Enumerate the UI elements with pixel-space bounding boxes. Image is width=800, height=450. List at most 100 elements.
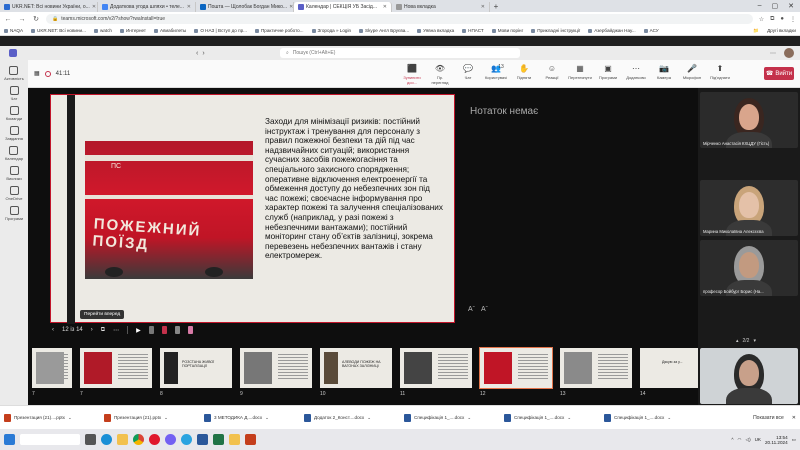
slide-thumbnail[interactable]: РОЗСТАНА ЖИВОЇ ПОРТАЛІЗАЦІЇ 8 bbox=[160, 348, 232, 397]
meeting-tool-button[interactable]: 👥 Користувачі 13 bbox=[484, 64, 508, 85]
forward-icon[interactable]: → bbox=[18, 16, 26, 23]
bookmark-item[interactable]: НПАСТ bbox=[462, 28, 484, 33]
maximize-icon[interactable]: ▢ bbox=[772, 2, 779, 10]
meeting-tool-button[interactable]: ☺ Реакції bbox=[540, 64, 564, 85]
chevron-down-icon[interactable]: ⌄ bbox=[667, 415, 671, 421]
browser-tab[interactable]: Календар | СЕКЦІЯ УБ Засід... ✕ bbox=[294, 2, 392, 12]
opera-icon[interactable] bbox=[149, 434, 160, 445]
download-item[interactable]: 3 МЕТОДИКА Д....docx ⌄ bbox=[204, 413, 298, 422]
more-options-icon[interactable]: ⋯ bbox=[770, 50, 776, 57]
bookmark-item[interactable]: Азербайджан Нау... bbox=[588, 28, 636, 33]
search-input[interactable]: ⌕ Пошук (Ctrl+Alt+E) bbox=[280, 48, 520, 58]
back-icon[interactable]: ← bbox=[4, 16, 12, 23]
excel-icon[interactable] bbox=[213, 434, 224, 445]
more-icon[interactable]: ⋯ bbox=[113, 327, 119, 334]
close-tab-icon[interactable]: ✕ bbox=[92, 4, 96, 10]
meeting-tool-button[interactable]: ⬆ Під’єднати bbox=[708, 64, 732, 85]
viber-icon[interactable] bbox=[165, 434, 176, 445]
rail-item[interactable]: Календар bbox=[5, 146, 23, 161]
browser-tab[interactable]: Додаткова угода шляхи • теле... ✕ bbox=[98, 2, 196, 12]
volume-icon[interactable]: ◁) bbox=[746, 437, 751, 443]
rail-item[interactable]: Завдання bbox=[5, 126, 23, 141]
forward-icon[interactable]: › bbox=[202, 50, 204, 57]
meeting-tool-button[interactable]: 📷 Камера bbox=[652, 64, 676, 85]
file-explorer-icon[interactable] bbox=[117, 434, 128, 445]
network-icon[interactable]: ◠ bbox=[738, 437, 742, 443]
notifications-icon[interactable]: ▭ bbox=[792, 437, 796, 443]
font-decrease-button[interactable]: Aˉ bbox=[468, 306, 475, 313]
meeting-tool-button[interactable]: ⋯ Додатково bbox=[624, 64, 648, 85]
rail-item[interactable]: OneDrive bbox=[6, 186, 22, 201]
chevron-down-icon[interactable]: ⌄ bbox=[68, 415, 72, 421]
close-window-icon[interactable]: ✕ bbox=[788, 2, 794, 10]
bookmark-item[interactable]: Интернет bbox=[119, 28, 146, 33]
slides-view-icon[interactable]: ⧉ bbox=[101, 327, 105, 334]
highlighter-icon[interactable] bbox=[174, 326, 180, 334]
avatar[interactable] bbox=[784, 48, 794, 58]
star-icon[interactable]: ☆ bbox=[759, 16, 764, 23]
meeting-tool-button[interactable]: ✋ Підняти bbox=[512, 64, 536, 85]
eraser-icon[interactable] bbox=[187, 326, 193, 334]
download-item[interactable]: Специфікація 1_....docx ⌄ bbox=[404, 413, 498, 422]
profile-icon[interactable]: ● bbox=[780, 16, 784, 23]
bookmark-item[interactable]: UKR.NET: Всі новини... bbox=[31, 28, 86, 33]
rail-item[interactable]: Чат bbox=[9, 86, 19, 101]
participant-video[interactable]: професор Бойбург Борис (На... bbox=[700, 240, 798, 296]
rail-item[interactable]: Команди bbox=[6, 106, 22, 121]
download-item[interactable]: Специфікація 1_....docx ⌄ bbox=[504, 413, 598, 422]
menu-icon[interactable]: ⋮ bbox=[790, 16, 796, 23]
language-indicator[interactable]: UK bbox=[755, 437, 761, 442]
bookmark-item[interactable]: Згорода » Login bbox=[311, 28, 351, 33]
meeting-tool-button[interactable]: 🎤 Мікрофон bbox=[680, 64, 704, 85]
explorer-window-icon[interactable] bbox=[229, 434, 240, 445]
slide-thumbnail[interactable]: АЛЕВОДИ ПОЖЕЖ НА ВАГОНАХ ЗАЛІЗНИЦІ 10 bbox=[320, 348, 392, 397]
chevron-down-icon[interactable]: ⌄ bbox=[567, 415, 571, 421]
slide-thumbnail[interactable]: 7 bbox=[32, 348, 72, 397]
meeting-tool-button[interactable]: ▣ Програми bbox=[596, 64, 620, 85]
slide-thumbnail[interactable]: 12 bbox=[479, 347, 553, 397]
rail-item[interactable]: Програми bbox=[5, 206, 23, 221]
chevron-down-icon[interactable]: ⌄ bbox=[265, 415, 269, 421]
telegram-icon[interactable] bbox=[181, 434, 192, 445]
leave-button[interactable]: ☎ Вийти bbox=[764, 67, 794, 80]
minimize-icon[interactable]: – bbox=[758, 2, 762, 10]
url-field[interactable]: 🔒 teams.microsoft.com/v2/?show?rwalnstal… bbox=[46, 14, 753, 24]
bookmark-item[interactable]: О НАЗ | Вступ до пр... bbox=[194, 28, 247, 33]
participant-video[interactable]: Мірченко Анастасія КХЦДУ (Гість) bbox=[700, 92, 798, 148]
close-tab-icon[interactable]: ✕ bbox=[187, 4, 191, 10]
font-increase-button[interactable]: Aˉ bbox=[481, 306, 488, 313]
bookmark-item[interactable]: Практичне робото... bbox=[254, 28, 304, 33]
page-up-icon[interactable]: ▴ bbox=[736, 338, 739, 344]
rail-item[interactable]: Виклики bbox=[6, 166, 22, 181]
extensions-icon[interactable]: ⧉ bbox=[770, 16, 774, 23]
bookmark-item[interactable]: Авиабилеты bbox=[154, 28, 186, 33]
next-slide-icon[interactable]: › bbox=[91, 327, 93, 333]
close-tab-icon[interactable]: ✕ bbox=[481, 4, 485, 10]
powerpoint-icon[interactable] bbox=[245, 434, 256, 445]
browser-tab[interactable]: Пошта — Щолобак Богдан Мико... ✕ bbox=[196, 2, 294, 12]
meeting-tool-button[interactable]: 👁 Пр. перегляд bbox=[428, 64, 452, 85]
download-item[interactable]: Презентация (21).pptx ⌄ bbox=[104, 413, 198, 422]
download-item[interactable]: Додаток 2_Конст....docx ⌄ bbox=[304, 413, 398, 422]
browser-tab[interactable]: Нова вкладка ✕ bbox=[392, 2, 490, 12]
slide-thumbnail[interactable]: 13 bbox=[560, 348, 632, 397]
slide-thumbnail[interactable]: 9 bbox=[240, 348, 312, 397]
task-view-icon[interactable] bbox=[85, 434, 96, 445]
close-tab-icon[interactable]: ✕ bbox=[383, 4, 387, 10]
download-item[interactable]: Специфікація 1_....docx ⌄ bbox=[604, 413, 698, 422]
other-bookmarks[interactable]: 📁 Другі вкладки bbox=[753, 28, 796, 34]
word-icon[interactable] bbox=[197, 434, 208, 445]
meeting-tool-button[interactable]: ▦ Переглянути bbox=[568, 64, 592, 85]
taskbar-search[interactable] bbox=[20, 434, 80, 445]
rail-item[interactable]: Активність bbox=[4, 66, 24, 81]
bookmark-item[interactable]: Прикладні інструкції bbox=[531, 28, 580, 33]
slide-thumbnail[interactable]: 7 bbox=[80, 348, 152, 397]
bookmark-item[interactable]: NAQA bbox=[4, 28, 23, 33]
close-icon[interactable]: ✕ bbox=[792, 415, 796, 421]
pointer-icon[interactable]: ▶ bbox=[136, 327, 141, 334]
back-icon[interactable]: ‹ bbox=[196, 50, 198, 57]
participant-video[interactable]: Марина Миколаївна Алексєєва bbox=[700, 180, 798, 236]
tray-chevron-icon[interactable]: ^ bbox=[731, 437, 733, 442]
download-item[interactable]: Презентация (21)....pptx ⌄ bbox=[4, 413, 98, 422]
browser-tab[interactable]: UKR.NET: Всі новини України, о... ✕ bbox=[0, 2, 98, 12]
